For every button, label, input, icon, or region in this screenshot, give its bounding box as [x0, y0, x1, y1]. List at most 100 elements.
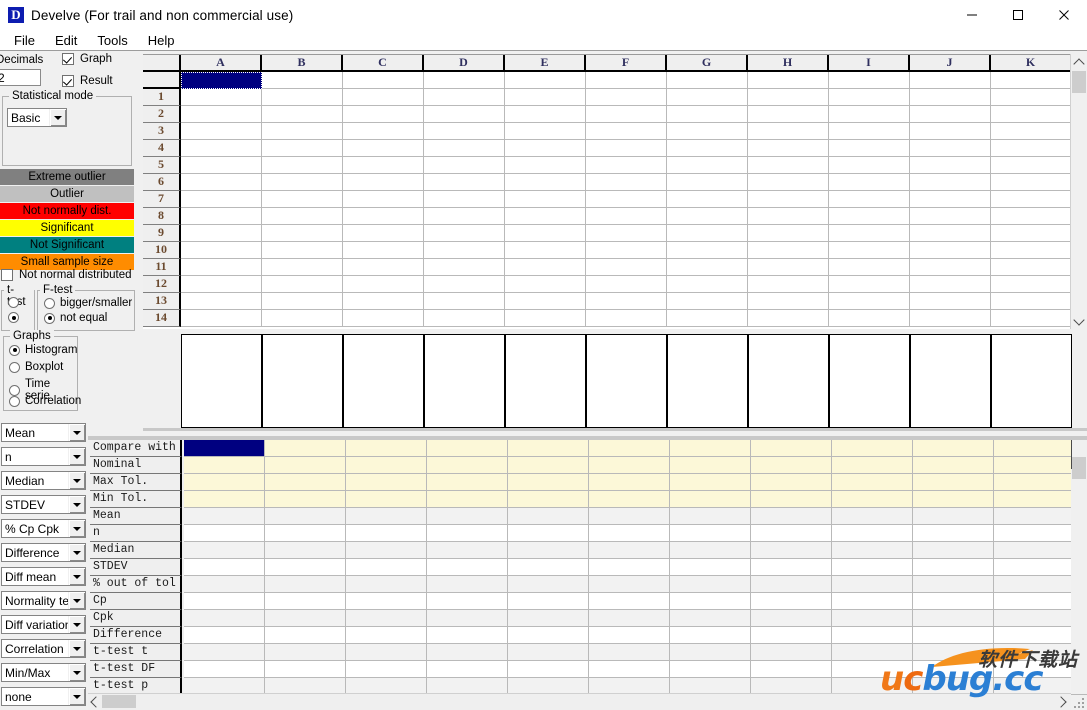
results-cell[interactable] [265, 525, 346, 542]
sheet-cell[interactable] [343, 276, 424, 293]
results-cell[interactable] [589, 576, 670, 593]
sheet-cell[interactable] [991, 157, 1072, 174]
sheet-cell[interactable] [424, 174, 505, 191]
results-cell[interactable] [994, 474, 1075, 491]
sheet-cell[interactable] [343, 123, 424, 140]
sheet-cell[interactable] [343, 191, 424, 208]
results-cell[interactable] [589, 457, 670, 474]
sheet-cell[interactable] [586, 72, 667, 89]
results-cell[interactable] [589, 474, 670, 491]
results-cell[interactable] [346, 661, 427, 678]
results-cell[interactable] [832, 457, 913, 474]
results-cell[interactable] [589, 593, 670, 610]
row-header-14[interactable]: 14 [143, 310, 181, 327]
results-cell[interactable] [427, 525, 508, 542]
sheet-cell[interactable] [424, 157, 505, 174]
results-cell[interactable] [508, 508, 589, 525]
row-header-10[interactable]: 10 [143, 242, 181, 259]
scroll-down-icon[interactable] [1071, 313, 1087, 329]
results-cell[interactable] [670, 627, 751, 644]
row-header-13[interactable]: 13 [143, 293, 181, 310]
sheet-cell[interactable] [910, 191, 991, 208]
sheet-cell[interactable] [424, 191, 505, 208]
sheet-cell[interactable] [910, 123, 991, 140]
sheet-cell[interactable] [910, 72, 991, 89]
results-cell[interactable] [670, 542, 751, 559]
results-cell[interactable] [670, 508, 751, 525]
scroll-up-icon[interactable] [1071, 54, 1087, 70]
results-cell[interactable] [589, 508, 670, 525]
sheet-cell[interactable] [910, 208, 991, 225]
sheet-cell[interactable] [829, 242, 910, 259]
sheet-cell[interactable] [424, 259, 505, 276]
sheet-cell[interactable] [181, 208, 262, 225]
stat-select-cp-cpk[interactable]: % Cp Cpk [1, 519, 86, 538]
sheet-cell[interactable] [586, 225, 667, 242]
results-cell[interactable] [346, 610, 427, 627]
results-cell[interactable] [751, 593, 832, 610]
sheet-cell[interactable] [829, 259, 910, 276]
results-cell[interactable] [913, 644, 994, 661]
sheet-cell[interactable] [991, 293, 1072, 310]
graph-cell[interactable] [586, 334, 667, 428]
results-cell[interactable] [913, 457, 994, 474]
results-cell[interactable] [589, 661, 670, 678]
sheet-cell[interactable] [262, 106, 343, 123]
results-cell[interactable] [751, 457, 832, 474]
sheet-cell[interactable] [910, 174, 991, 191]
sheet-cell[interactable] [505, 191, 586, 208]
results-cell[interactable] [832, 576, 913, 593]
results-cell[interactable] [265, 457, 346, 474]
row-header-12[interactable]: 12 [143, 276, 181, 293]
results-cell[interactable] [751, 542, 832, 559]
results-cell[interactable] [832, 610, 913, 627]
sheet-cell[interactable] [829, 208, 910, 225]
ttest-option-1[interactable] [8, 297, 24, 308]
sheet-cell[interactable] [829, 106, 910, 123]
sheet-cell[interactable] [829, 276, 910, 293]
results-cell[interactable] [994, 542, 1075, 559]
row-header-7[interactable]: 7 [143, 191, 181, 208]
results-cell[interactable] [751, 491, 832, 508]
results-cell[interactable] [994, 661, 1075, 678]
sheet-cell[interactable] [586, 293, 667, 310]
results-cell[interactable] [913, 542, 994, 559]
sheet-cell[interactable] [181, 225, 262, 242]
results-cell[interactable] [832, 627, 913, 644]
stat-select-stdev[interactable]: STDEV [1, 495, 86, 514]
sheet-cell[interactable] [748, 242, 829, 259]
sheet-cell[interactable] [667, 259, 748, 276]
sheet-cell[interactable] [829, 123, 910, 140]
results-cell[interactable] [751, 525, 832, 542]
scroll-thumb[interactable] [102, 695, 136, 708]
panel-divider[interactable] [143, 428, 1087, 431]
sheet-cell[interactable] [586, 89, 667, 106]
results-cell[interactable] [427, 610, 508, 627]
sheet-cell[interactable] [505, 157, 586, 174]
stat-select-normality-test[interactable]: Normality test [1, 591, 86, 610]
results-cell[interactable] [751, 627, 832, 644]
row-header-2[interactable]: 2 [143, 106, 181, 123]
column-header-k[interactable]: K [991, 55, 1072, 72]
sheet-cell[interactable] [586, 191, 667, 208]
graph-cell[interactable] [424, 334, 505, 428]
results-cell[interactable] [346, 440, 427, 457]
results-cell[interactable] [427, 542, 508, 559]
sheet-cell[interactable] [181, 174, 262, 191]
sheet-cell[interactable] [181, 140, 262, 157]
results-cell[interactable] [751, 661, 832, 678]
results-cell[interactable] [913, 559, 994, 576]
results-cell[interactable] [346, 474, 427, 491]
statistical-mode-select[interactable]: Basic [7, 108, 67, 127]
results-cell[interactable] [589, 644, 670, 661]
sheet-cell[interactable] [748, 259, 829, 276]
sheet-cell[interactable] [910, 89, 991, 106]
results-cell[interactable] [994, 491, 1075, 508]
graphs-option-correlation[interactable]: Correlation [9, 395, 81, 407]
results-cell[interactable] [832, 661, 913, 678]
sheet-cell[interactable] [505, 72, 586, 89]
sheet-cell[interactable] [424, 242, 505, 259]
results-cell[interactable] [994, 559, 1075, 576]
sheet-cell[interactable] [424, 106, 505, 123]
graph-checkbox[interactable]: Graph [62, 53, 112, 65]
